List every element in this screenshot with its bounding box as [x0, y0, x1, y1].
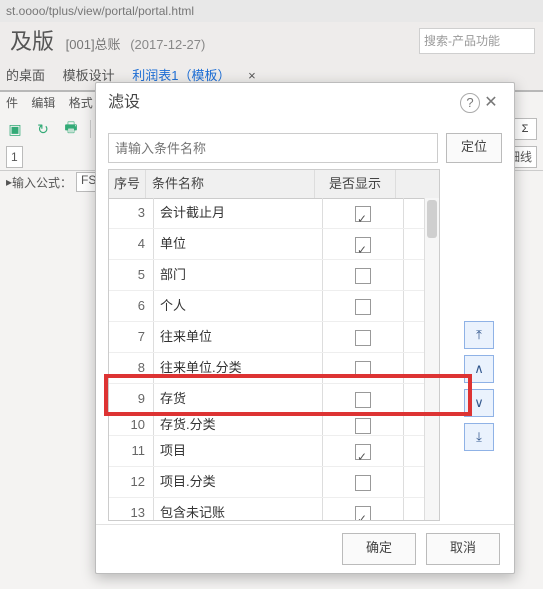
row-index: 11 [109, 436, 154, 466]
row-show-cell [323, 322, 404, 352]
row-name: 会计截止月 [154, 198, 323, 228]
row-name: 存货.分类 [154, 415, 323, 435]
show-checkbox[interactable] [355, 361, 371, 377]
show-checkbox[interactable] [355, 237, 371, 253]
row-name: 项目 [154, 436, 323, 466]
row-show-cell [323, 291, 404, 321]
row-index: 7 [109, 322, 154, 352]
row-name: 部门 [154, 260, 323, 290]
show-checkbox[interactable] [355, 299, 371, 315]
table-row[interactable]: 4单位 [109, 229, 439, 260]
row-name: 项目.分类 [154, 467, 323, 497]
cancel-button[interactable]: 取消 [426, 533, 500, 565]
row-show-cell [323, 353, 404, 383]
table-row[interactable]: 13包含未记账 [109, 498, 439, 520]
row-show-cell [323, 436, 404, 466]
table-row[interactable]: 10存货.分类 [109, 415, 439, 436]
row-name: 往来单位.分类 [154, 353, 323, 383]
locate-button[interactable]: 定位 [446, 133, 502, 163]
help-icon[interactable]: ? [460, 93, 480, 113]
show-checkbox[interactable] [355, 418, 371, 434]
filter-settings-dialog: 滤设 ? ✕ 定位 序号 条件名称 是否显示 3会计截止月4单位5部门6个人7往… [95, 82, 515, 574]
col-index-header: 序号 [109, 170, 146, 198]
table-row[interactable]: 11项目 [109, 436, 439, 467]
row-name: 往来单位 [154, 322, 323, 352]
row-index: 8 [109, 353, 154, 383]
condition-search-input[interactable] [108, 133, 438, 163]
table-row[interactable]: 5部门 [109, 260, 439, 291]
row-show-cell [323, 498, 404, 520]
row-index: 13 [109, 498, 154, 520]
table-row[interactable]: 7往来单位 [109, 322, 439, 353]
row-name: 包含未记账 [154, 498, 323, 520]
close-icon[interactable]: ✕ [480, 83, 502, 123]
show-checkbox[interactable] [355, 206, 371, 222]
grid-header: 序号 条件名称 是否显示 [109, 170, 439, 199]
ok-button[interactable]: 确定 [342, 533, 416, 565]
row-name: 存货 [154, 384, 323, 414]
row-show-cell [323, 198, 404, 228]
move-bottom-button[interactable]: ⤓ [464, 423, 494, 451]
table-row[interactable]: 8往来单位.分类 [109, 353, 439, 384]
row-index: 9 [109, 384, 154, 414]
row-index: 6 [109, 291, 154, 321]
dialog-footer: 确定 取消 [96, 524, 514, 573]
table-row[interactable]: 3会计截止月 [109, 198, 439, 229]
show-checkbox[interactable] [355, 330, 371, 346]
table-row[interactable]: 9存货 [109, 384, 439, 415]
dialog-title: 滤设 [108, 83, 140, 123]
show-checkbox[interactable] [355, 506, 371, 520]
row-index: 3 [109, 198, 154, 228]
show-checkbox[interactable] [355, 444, 371, 460]
table-row[interactable]: 6个人 [109, 291, 439, 322]
row-name: 个人 [154, 291, 323, 321]
show-checkbox[interactable] [355, 475, 371, 491]
row-show-cell [323, 384, 404, 414]
row-index: 4 [109, 229, 154, 259]
reorder-buttons: ⤒ ∧ ∨ ⤓ [464, 321, 494, 451]
dialog-header: 滤设 ? ✕ [96, 83, 514, 123]
conditions-grid: 序号 条件名称 是否显示 3会计截止月4单位5部门6个人7往来单位8往来单位.分… [108, 169, 440, 521]
scrollbar-thumb[interactable] [427, 200, 437, 238]
show-checkbox[interactable] [355, 268, 371, 284]
move-down-button[interactable]: ∨ [464, 389, 494, 417]
col-show-header: 是否显示 [315, 170, 396, 198]
move-up-button[interactable]: ∧ [464, 355, 494, 383]
row-name: 单位 [154, 229, 323, 259]
move-top-button[interactable]: ⤒ [464, 321, 494, 349]
row-index: 10 [109, 415, 154, 435]
col-name-header: 条件名称 [146, 170, 315, 198]
row-show-cell [323, 415, 404, 435]
row-index: 5 [109, 260, 154, 290]
row-index: 12 [109, 467, 154, 497]
grid-scrollbar[interactable] [424, 198, 439, 520]
table-row[interactable]: 12项目.分类 [109, 467, 439, 498]
show-checkbox[interactable] [355, 392, 371, 408]
